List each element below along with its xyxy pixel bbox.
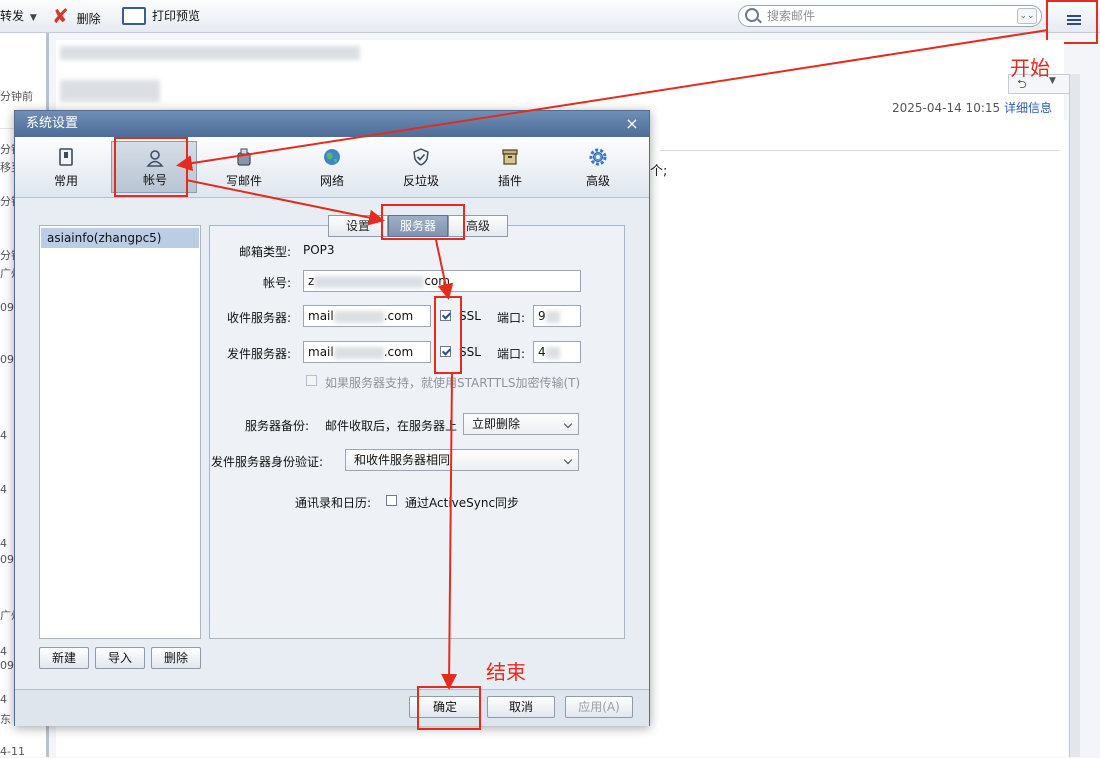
arrow-ssl-to-ok	[441, 371, 458, 690]
arrow-server-to-ssl	[435, 239, 454, 300]
arrow-account-to-server	[185, 179, 385, 226]
annotation-arrows	[176, 29, 1049, 690]
arrow-start-to-account	[176, 29, 1049, 172]
